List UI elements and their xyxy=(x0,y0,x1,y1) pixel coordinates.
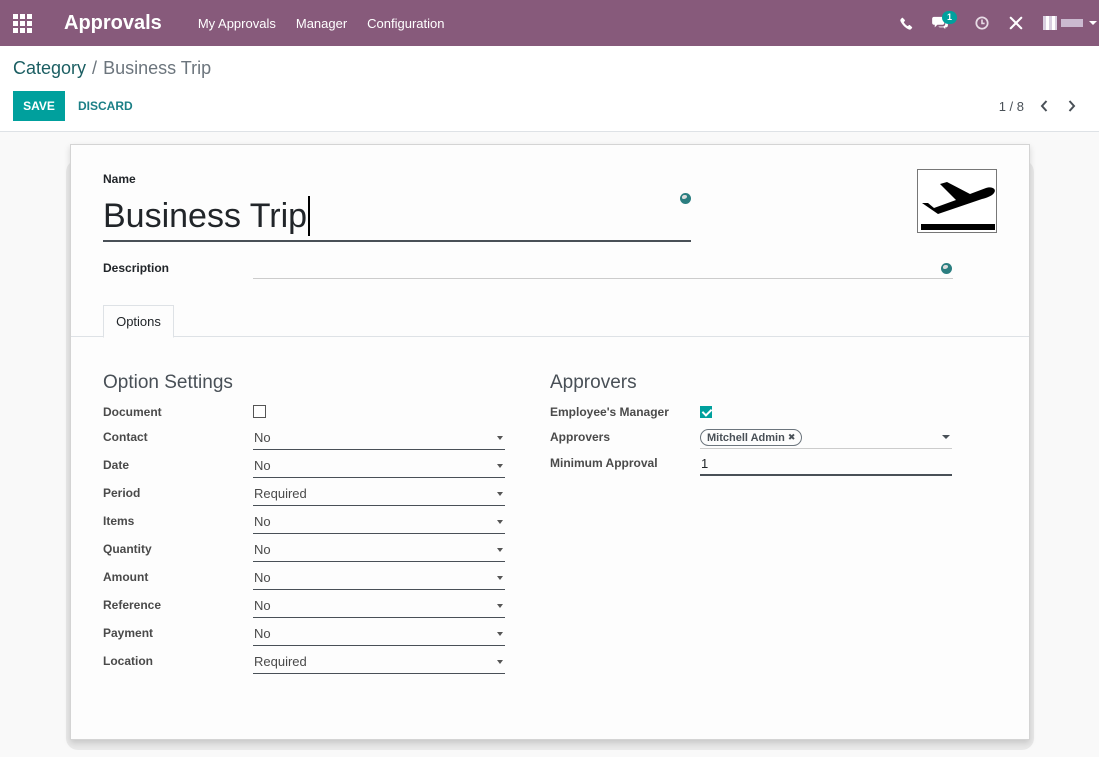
menu-configuration[interactable]: Configuration xyxy=(367,16,444,31)
minimum-approval-input[interactable]: 1 xyxy=(700,452,952,476)
user-name-blurred xyxy=(1061,19,1083,27)
employee-manager-checkbox[interactable] xyxy=(700,406,712,418)
category-image[interactable] xyxy=(917,169,997,233)
pager-previous-icon[interactable] xyxy=(1034,96,1054,116)
chevron-down-icon xyxy=(497,436,503,440)
quantity-label: Quantity xyxy=(103,542,152,556)
approver-tag: Mitchell Admin ✖ xyxy=(700,429,803,446)
messages-count-badge: 1 xyxy=(941,11,957,24)
name-translate-globe-icon[interactable] xyxy=(680,193,691,204)
contact-label: Contact xyxy=(103,430,148,444)
date-select[interactable]: No xyxy=(253,454,505,478)
contact-select[interactable]: No xyxy=(253,426,505,450)
option-settings-title: Option Settings xyxy=(103,372,233,393)
discard-button[interactable]: DISCARD xyxy=(71,91,140,121)
name-input[interactable]: Business Trip xyxy=(103,192,691,242)
close-icon[interactable]: ✖ xyxy=(788,432,796,443)
chevron-down-icon[interactable] xyxy=(942,435,950,439)
pager-next-icon[interactable] xyxy=(1062,96,1082,116)
airplane-departure-icon xyxy=(921,182,995,230)
amount-value: No xyxy=(254,570,271,585)
description-translate-globe-icon[interactable] xyxy=(941,263,952,274)
chevron-down-icon xyxy=(497,604,503,608)
chevron-down-icon xyxy=(497,632,503,636)
items-value: No xyxy=(254,514,271,529)
breadcrumb: Category / Business Trip xyxy=(13,58,211,79)
approvers-label: Approvers xyxy=(550,430,611,444)
amount-select[interactable]: No xyxy=(253,566,505,590)
debug-tools-icon[interactable] xyxy=(999,0,1033,46)
minimum-approval-label: Minimum Approval xyxy=(550,456,658,470)
breadcrumb-current: Business Trip xyxy=(103,58,212,78)
description-input[interactable] xyxy=(253,255,953,279)
pager-value[interactable]: 1 / 8 xyxy=(999,99,1024,114)
phone-icon[interactable] xyxy=(889,0,923,46)
chevron-down-icon xyxy=(497,520,503,524)
breadcrumb-parent-link[interactable]: Category xyxy=(13,58,86,78)
reference-select[interactable]: No xyxy=(253,594,505,618)
text-cursor xyxy=(308,196,310,236)
location-label: Location xyxy=(103,654,153,668)
period-select[interactable]: Required xyxy=(253,482,505,506)
reference-value: No xyxy=(254,598,271,613)
top-navbar: Approvals My Approvals Manager Configura… xyxy=(0,0,1099,46)
approvers-many2many-field[interactable]: Mitchell Admin ✖ xyxy=(700,427,952,449)
period-value: Required xyxy=(254,486,307,501)
contact-value: No xyxy=(254,430,271,445)
name-value: Business Trip xyxy=(103,196,308,235)
chevron-down-icon xyxy=(497,576,503,580)
form-sheet: Name Business Trip Description Options O… xyxy=(70,144,1030,740)
app-brand[interactable]: Approvals xyxy=(64,12,162,35)
messages-icon[interactable]: 1 xyxy=(923,0,957,46)
notebook-tabs: Options xyxy=(71,305,1029,338)
name-label: Name xyxy=(103,172,136,186)
chevron-down-icon xyxy=(497,464,503,468)
chevron-down-icon xyxy=(497,660,503,664)
breadcrumb-separator: / xyxy=(92,58,98,78)
control-panel: Category / Business Trip SAVE DISCARD 1 / … xyxy=(0,46,1099,132)
activity-clock-icon[interactable] xyxy=(965,0,999,46)
tab-options[interactable]: Options xyxy=(103,305,174,338)
employee-manager-label: Employee's Manager xyxy=(550,405,669,419)
document-label: Document xyxy=(103,405,162,419)
form-content-area: Name Business Trip Description Options O… xyxy=(0,132,1099,757)
period-label: Period xyxy=(103,486,141,500)
date-value: No xyxy=(254,458,271,473)
menu-my-approvals[interactable]: My Approvals xyxy=(198,16,276,31)
chevron-down-icon xyxy=(497,548,503,552)
user-avatar xyxy=(1043,16,1057,30)
items-select[interactable]: No xyxy=(253,510,505,534)
menu-manager[interactable]: Manager xyxy=(296,16,347,31)
payment-value: No xyxy=(254,626,271,641)
description-label: Description xyxy=(103,261,170,275)
quantity-value: No xyxy=(254,542,271,557)
payment-label: Payment xyxy=(103,626,154,640)
apps-menu-icon[interactable] xyxy=(0,0,44,46)
approver-tag-label: Mitchell Admin xyxy=(707,431,785,444)
date-label: Date xyxy=(103,458,130,472)
document-checkbox[interactable] xyxy=(253,405,266,418)
amount-label: Amount xyxy=(103,570,149,584)
chevron-down-icon xyxy=(497,492,503,496)
reference-label: Reference xyxy=(103,598,162,612)
location-value: Required xyxy=(254,654,307,669)
location-select[interactable]: Required xyxy=(253,650,505,674)
chevron-down-icon xyxy=(1089,21,1097,25)
save-button[interactable]: SAVE xyxy=(13,91,65,121)
user-menu[interactable] xyxy=(1033,16,1099,30)
quantity-select[interactable]: No xyxy=(253,538,505,562)
payment-select[interactable]: No xyxy=(253,622,505,646)
items-label: Items xyxy=(103,514,135,528)
approvers-title: Approvers xyxy=(550,372,637,393)
